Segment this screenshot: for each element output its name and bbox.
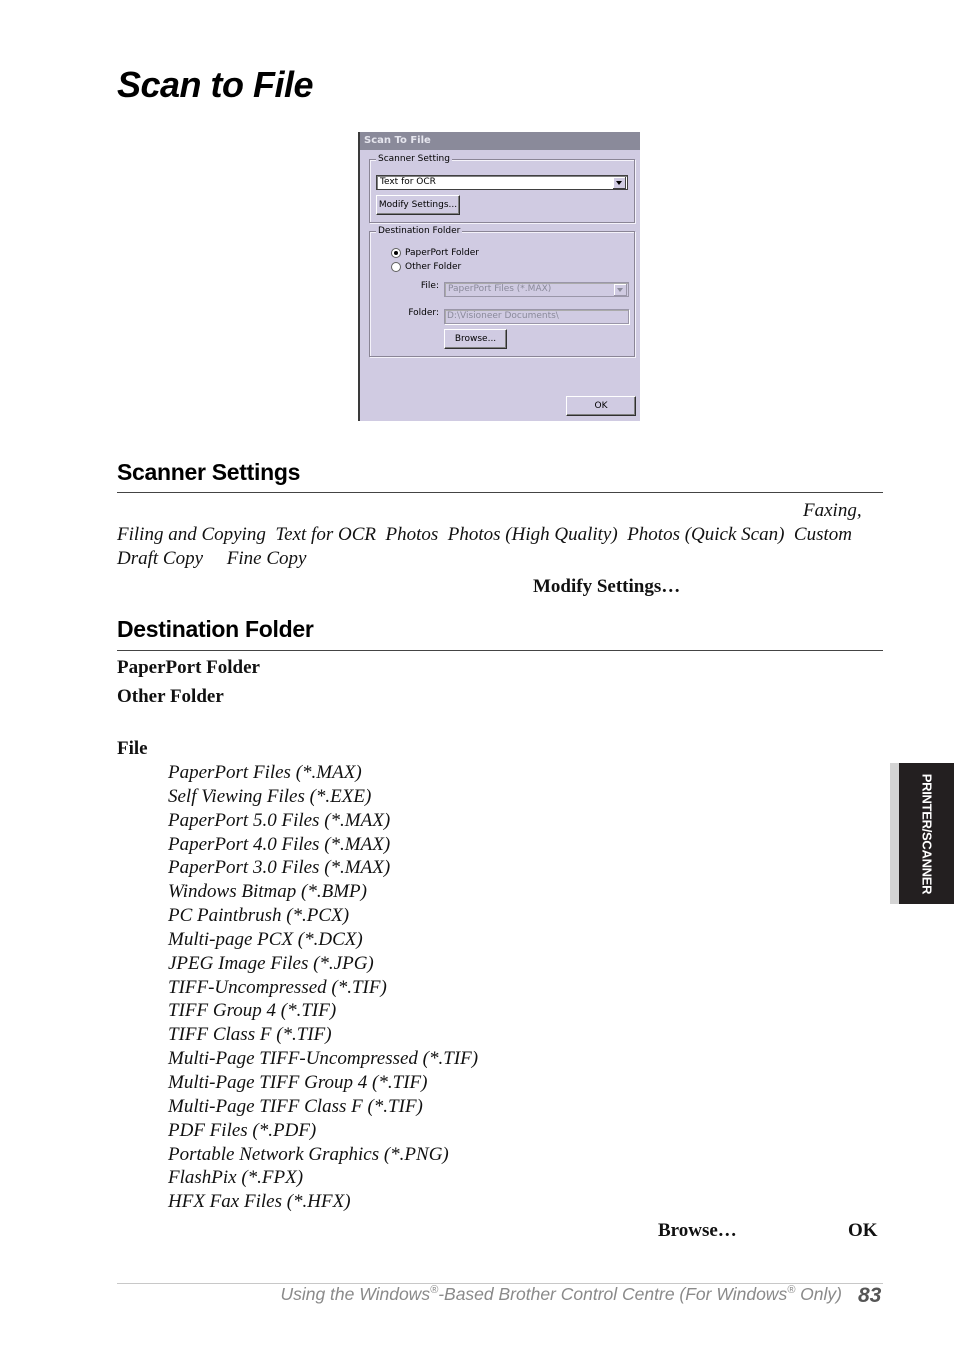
side-tab-stripe <box>890 763 899 904</box>
modify-settings-label: Modify Settings… <box>533 576 681 597</box>
list-item: TIFF Class F (*.TIF) <box>168 1024 332 1046</box>
list-item: HFX Fax Files (*.HFX) <box>168 1191 351 1213</box>
setting-option: Text for OCR <box>275 524 376 545</box>
footer-part: Using the Windows <box>280 1284 431 1304</box>
section-divider <box>117 492 883 493</box>
browse-label: Browse… <box>658 1220 737 1241</box>
setting-option: Fine Copy <box>226 548 307 569</box>
file-label: File: <box>420 281 439 291</box>
chevron-down-icon[interactable] <box>614 284 627 296</box>
setting-option: Filing and Copying <box>117 524 266 545</box>
setting-option: Photos (Quick Scan) <box>627 524 785 545</box>
list-item: JPEG Image Files (*.JPG) <box>168 952 374 974</box>
scanner-setting-group: Scanner Setting Text for OCR Modify Sett… <box>369 153 635 223</box>
scanner-settings-text: Faxing, <box>803 500 862 521</box>
radio-unchecked-icon[interactable] <box>391 262 401 272</box>
list-item: Windows Bitmap (*.BMP) <box>168 881 367 903</box>
radio-paperport-folder[interactable]: PaperPort Folder <box>391 248 479 258</box>
folder-label: Folder: <box>408 308 439 318</box>
section-side-tab: PRINTER/SCANNER <box>890 763 954 904</box>
list-item: FlashPix (*.FPX) <box>168 1167 304 1189</box>
setting-option: Custom <box>793 524 852 545</box>
side-tab-block: PRINTER/SCANNER <box>899 763 954 904</box>
file-type-value: PaperPort Files (*.MAX) <box>448 284 552 294</box>
radio-checked-icon[interactable] <box>391 248 401 258</box>
scan-to-file-dialog: Scan To File Scanner Setting Text for OC… <box>358 132 640 421</box>
list-item: PC Paintbrush (*.PCX) <box>168 905 350 927</box>
setting-option: Draft Copy <box>117 548 204 569</box>
list-item: Portable Network Graphics (*.PNG) <box>168 1143 449 1165</box>
scanner-setting-value: Text for OCR <box>380 177 436 187</box>
folder-input[interactable]: D:\Visioneer Documents\ <box>444 309 629 324</box>
side-tab-label: PRINTER/SCANNER <box>919 773 934 894</box>
chevron-down-icon[interactable] <box>613 177 626 189</box>
other-folder-label: Other Folder <box>117 686 224 707</box>
destination-folder-group-label: Destination Folder <box>376 225 463 237</box>
footer-part: Only) <box>795 1284 842 1304</box>
list-item: TIFF Group 4 (*.TIF) <box>168 1000 337 1022</box>
scanner-setting-dropdown[interactable]: Text for OCR <box>376 175 628 190</box>
scanner-setting-group-label: Scanner Setting <box>376 153 452 165</box>
file-type-dropdown[interactable]: PaperPort Files (*.MAX) <box>444 282 629 297</box>
scanner-settings-options-line: Filing and Copying Text for OCR Photos P… <box>117 523 852 547</box>
browse-button[interactable]: Browse... <box>444 329 507 349</box>
scanner-settings-heading: Scanner Settings <box>117 459 301 485</box>
footer-part: -Based Brother Control Centre (For Windo… <box>438 1284 788 1304</box>
radio-paperport-label: PaperPort Folder <box>405 248 480 258</box>
list-item: PDF Files (*.PDF) <box>168 1119 317 1141</box>
paperport-folder-label: PaperPort Folder <box>117 657 260 678</box>
list-item: PaperPort 5.0 Files (*.MAX) <box>168 809 391 831</box>
scanner-settings-options-line: Draft Copy Fine Copy <box>117 547 306 571</box>
radio-other-label: Other Folder <box>405 262 462 272</box>
setting-option: Photos (High Quality) <box>447 524 618 545</box>
file-label: File <box>117 738 148 759</box>
footer-text: Using the Windows®-Based Brother Control… <box>280 1284 842 1305</box>
list-item: Multi-page PCX (*.DCX) <box>168 928 363 950</box>
page-title: Scan to File <box>117 64 314 105</box>
list-item: PaperPort 3.0 Files (*.MAX) <box>168 857 391 879</box>
ok-button[interactable]: OK <box>566 396 636 416</box>
list-item: Multi-Page TIFF Class F (*.TIF) <box>168 1095 423 1117</box>
list-item: Self Viewing Files (*.EXE) <box>168 785 372 807</box>
registered-mark: ® <box>430 1284 439 1297</box>
page-number: 83 <box>858 1284 882 1307</box>
list-item: PaperPort Files (*.MAX) <box>168 762 362 783</box>
destination-folder-group: Destination Folder PaperPort Folder Othe… <box>369 225 635 357</box>
section-divider <box>117 650 883 651</box>
modify-settings-button[interactable]: Modify Settings... <box>376 195 460 215</box>
list-item: PaperPort 4.0 Files (*.MAX) <box>168 833 391 855</box>
setting-option: Photos <box>385 524 439 545</box>
destination-folder-heading: Destination Folder <box>117 616 314 642</box>
file-format-list: PaperPort Files (*.MAX) Self Viewing Fil… <box>168 761 478 1214</box>
ok-label: OK <box>848 1220 878 1241</box>
list-item: Multi-Page TIFF-Uncompressed (*.TIF) <box>168 1048 479 1070</box>
dialog-titlebar: Scan To File <box>360 132 640 150</box>
radio-other-folder[interactable]: Other Folder <box>391 262 461 272</box>
list-item: TIFF-Uncompressed (*.TIF) <box>168 976 387 998</box>
list-item: Multi-Page TIFF Group 4 (*.TIF) <box>168 1071 428 1093</box>
